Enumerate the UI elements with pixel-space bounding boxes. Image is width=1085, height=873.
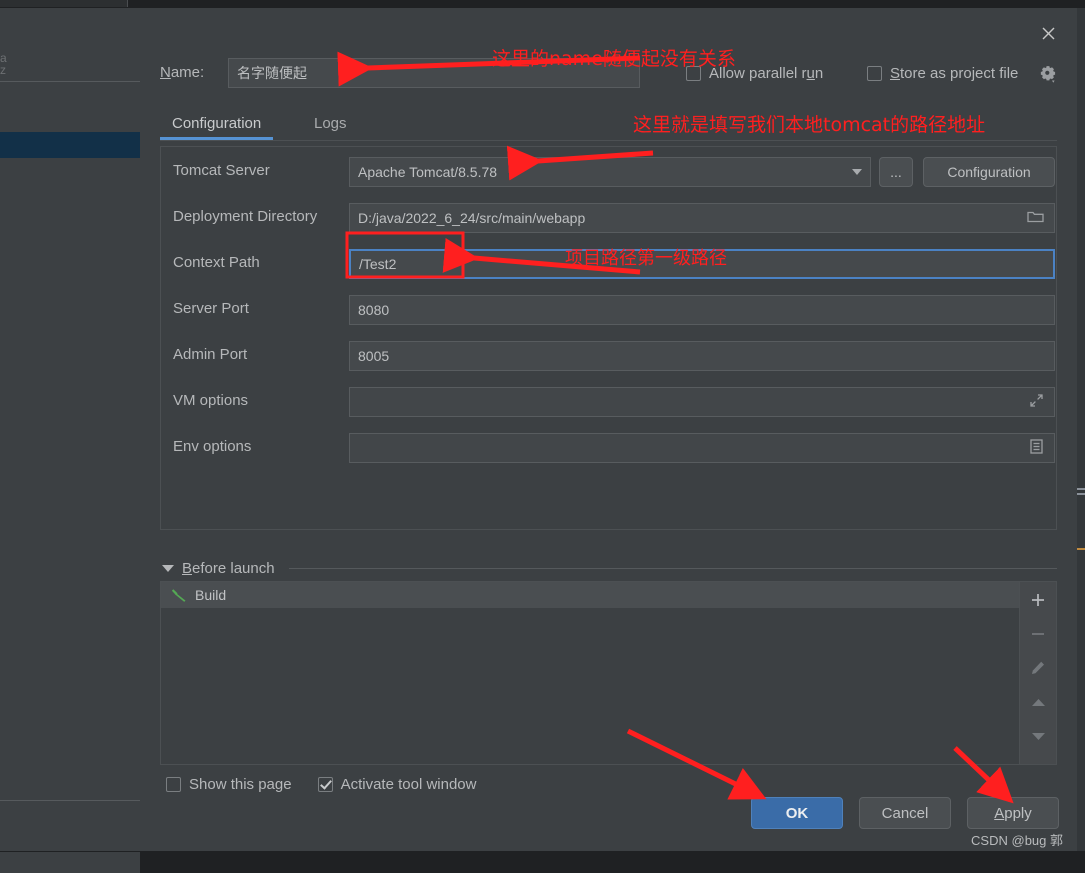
ide-right-gutter — [1077, 8, 1085, 851]
row-server-port: Server Port 8080 — [161, 295, 1058, 325]
ide-background-ghost-text: az — [0, 51, 7, 77]
before-launch-divider — [288, 567, 1057, 569]
move-down-button[interactable] — [1024, 722, 1052, 750]
ide-bottom-strip — [0, 851, 1085, 873]
configuration-button[interactable]: Configuration — [923, 157, 1055, 187]
vm-options-input[interactable] — [349, 387, 1055, 417]
cancel-button-label: Cancel — [881, 804, 929, 822]
tab-configuration-label: Configuration — [172, 114, 262, 132]
list-item[interactable]: Build — [161, 582, 1019, 608]
admin-port-label: Admin Port — [173, 346, 248, 363]
ok-button[interactable]: OK — [751, 797, 843, 829]
ok-button-label: OK — [785, 804, 809, 822]
folder-icon[interactable] — [1027, 210, 1044, 227]
store-as-project-file-label: Store as project file — [890, 65, 1019, 82]
ide-gutter-marks — [1077, 488, 1085, 498]
activate-tool-window-checkbox[interactable]: Activate tool window — [317, 776, 477, 793]
apply-button[interactable]: Apply — [967, 797, 1059, 829]
store-as-project-file-checkbox[interactable]: Store as project file — [867, 65, 1018, 82]
env-list-icon[interactable] — [1029, 439, 1044, 458]
annotation-name-note: 这里的name随便起没有关系 — [492, 48, 736, 70]
ide-background-panel — [0, 81, 142, 801]
edit-button[interactable] — [1024, 654, 1052, 682]
close-icon[interactable] — [1031, 16, 1065, 50]
deployment-directory-input[interactable]: D:/java/2022_6_24/src/main/webapp — [349, 203, 1055, 233]
activate-tool-window-label: Activate tool window — [340, 776, 477, 793]
ide-top-strip-left-segment — [0, 0, 128, 7]
checkbox-box-checked — [317, 777, 333, 792]
context-path-value: /Test2 — [359, 256, 397, 272]
move-up-button[interactable] — [1024, 688, 1052, 716]
ide-gutter-marks-warning — [1077, 548, 1085, 553]
show-this-page-checkbox[interactable]: Show this page — [166, 776, 292, 793]
tab-configuration[interactable]: Configuration — [160, 106, 274, 140]
row-env-options: Env options — [161, 433, 1058, 463]
ide-bottom-strip-left-segment — [0, 852, 140, 873]
tomcat-server-value: Apache Tomcat/8.5.78 — [358, 164, 498, 180]
admin-port-value: 8005 — [358, 348, 390, 364]
checkbox-box — [166, 777, 181, 792]
before-launch-header[interactable]: Before launch — [160, 556, 1057, 580]
chevron-down-icon — [852, 169, 862, 175]
name-label: Name: — [160, 64, 205, 81]
bottom-checkbox-group: Show this page Activate tool window — [166, 776, 476, 793]
row-vm-options: VM options — [161, 387, 1058, 417]
ide-background-selected-row — [0, 132, 142, 158]
deployment-directory-value: D:/java/2022_6_24/src/main/webapp — [358, 210, 586, 226]
row-deployment-directory: Deployment Directory D:/java/2022_6_24/s… — [161, 203, 1058, 233]
tab-logs-label: Logs — [314, 114, 347, 132]
row-tomcat-server: Tomcat Server Apache Tomcat/8.5.78 ... C… — [161, 157, 1058, 187]
caret-down-icon[interactable] — [162, 564, 174, 572]
server-port-label: Server Port — [173, 300, 249, 317]
checkbox-box — [867, 66, 882, 81]
before-launch-title: Before launch — [182, 559, 275, 577]
hammer-icon — [171, 587, 187, 603]
ide-top-strip — [0, 0, 1085, 8]
before-launch-panel: Build — [160, 581, 1057, 765]
watermark: CSDN @bug 郭 — [971, 833, 1063, 848]
configuration-panel: Tomcat Server Apache Tomcat/8.5.78 ... C… — [160, 146, 1057, 530]
browse-ellipsis-label: ... — [890, 164, 902, 180]
admin-port-input[interactable]: 8005 — [349, 341, 1055, 371]
env-options-label: Env options — [173, 438, 252, 455]
row-admin-port: Admin Port 8005 — [161, 341, 1058, 371]
annotation-context-path-note: 项目路径第一级路径 — [565, 248, 727, 269]
tab-logs[interactable]: Logs — [302, 106, 359, 140]
context-path-label: Context Path — [173, 254, 260, 271]
deployment-directory-label: Deployment Directory — [173, 208, 318, 225]
dialog-action-bar: OK Cancel Apply — [751, 797, 1059, 829]
env-options-input[interactable] — [349, 433, 1055, 463]
gear-icon[interactable] — [1039, 65, 1059, 85]
browse-ellipsis-button[interactable]: ... — [879, 157, 913, 187]
server-port-value: 8080 — [358, 302, 390, 318]
tab-bar-underline — [160, 140, 1057, 141]
expand-icon[interactable] — [1029, 393, 1044, 411]
list-item-label: Build — [195, 587, 227, 603]
vm-options-label: VM options — [173, 392, 249, 409]
before-launch-task-list[interactable]: Build — [161, 582, 1019, 764]
configuration-button-label: Configuration — [947, 164, 1031, 180]
tomcat-server-label: Tomcat Server — [173, 162, 270, 179]
before-launch-toolbar — [1019, 582, 1056, 764]
server-port-input[interactable]: 8080 — [349, 295, 1055, 325]
cancel-button[interactable]: Cancel — [859, 797, 951, 829]
show-this-page-label: Show this page — [189, 776, 292, 793]
remove-button[interactable] — [1024, 620, 1052, 648]
annotation-tomcat-note: 这里就是填写我们本地tomcat的路径地址 — [633, 114, 986, 136]
apply-button-label: Apply — [994, 804, 1032, 822]
name-input-value: 名字随便起 — [237, 65, 307, 81]
add-button[interactable] — [1024, 586, 1052, 614]
tomcat-server-combo[interactable]: Apache Tomcat/8.5.78 — [349, 157, 871, 187]
